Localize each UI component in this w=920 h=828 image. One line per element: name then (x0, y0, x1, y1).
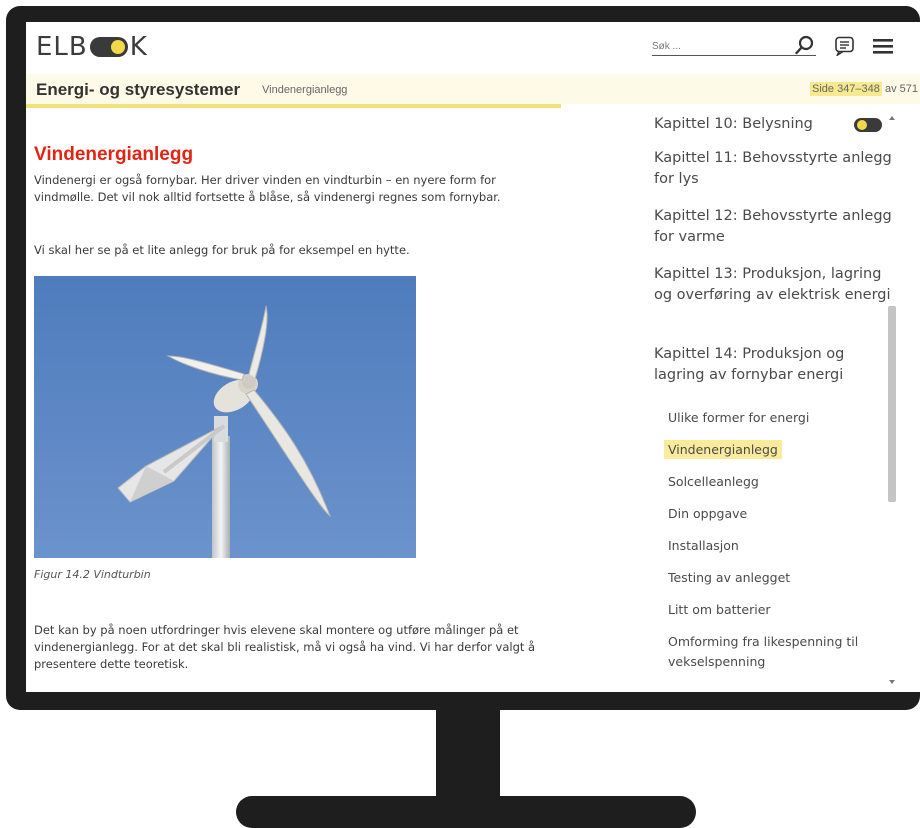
paragraph: Vindenergi er også fornybar. Her driver … (34, 173, 501, 204)
breadcrumb: Vindenergianlegg (262, 84, 348, 96)
toc-chapter-10[interactable]: Kapittel 10: Belysning (654, 114, 894, 135)
toc-subsection-active[interactable]: Vindenergianlegg (664, 440, 892, 460)
logo-text-right: K (129, 32, 148, 62)
toc-subsection-label: Ulike former for energi (668, 410, 810, 425)
toc-chapter-14[interactable]: Kapittel 14: Produksjon og lagring av fo… (654, 344, 894, 386)
page-range-total: av 571 (881, 83, 918, 95)
toc-subsection[interactable]: Installasjon (668, 536, 892, 556)
page-indicator: Side 347–348 av 571 (810, 82, 918, 96)
toc-subsection-label: Din oppgave (668, 506, 748, 521)
chat-icon[interactable] (834, 36, 856, 56)
table-of-contents: Kapittel 10: Belysning Kapittel 11: Beho… (654, 114, 902, 692)
toc-subsection-label: Litt om batterier (668, 602, 771, 617)
monitor-stand-neck (436, 706, 500, 802)
page-range-current: Side 347–348 (810, 82, 882, 96)
toc-subsection[interactable]: Omforming fra likespenning til vekselspe… (668, 632, 892, 672)
toc-scrollbar[interactable] (888, 110, 898, 692)
menu-icon[interactable] (872, 36, 894, 56)
toc-subsection-label: Testing av anlegget (668, 570, 791, 585)
scroll-down-icon[interactable] (889, 680, 895, 684)
toc-subsection-label: Omforming fra likespenning til vekselspe… (668, 634, 859, 669)
toc-subsection[interactable]: Solcelleanlegg (668, 472, 892, 492)
logo[interactable]: ELB K (36, 32, 148, 62)
header: ELB K (26, 22, 920, 72)
book-subheader: Energi- og styresystemer Vindenergianleg… (26, 74, 920, 104)
article-title: Vindenergianlegg (34, 144, 194, 165)
scroll-up-icon[interactable] (889, 116, 895, 120)
toc-chapter-13[interactable]: Kapittel 13: Produksjon, lagring og over… (654, 264, 894, 306)
toc-subsection-label: Vindenergianlegg (664, 440, 782, 459)
toc-subsection[interactable]: Litt om batterier (668, 600, 892, 620)
figure-caption: Figur 14.2 Vindturbin (34, 568, 151, 581)
toc-subsection[interactable]: Testing av anlegget (668, 568, 892, 588)
toc-chapter-12[interactable]: Kapittel 12: Behovsstyrte anlegg for var… (654, 206, 894, 248)
logo-text-left: ELB (36, 32, 88, 62)
search-input[interactable] (652, 36, 782, 57)
search-icon[interactable] (794, 34, 816, 56)
book-title[interactable]: Energi- og styresystemer (36, 80, 240, 100)
paragraph: Det kan by på noen utfordringer hvis ele… (34, 623, 536, 671)
toc-subsection-label: Solcelleanlegg (668, 474, 759, 489)
paragraph: Vi skal her se på et lite anlegg for bru… (34, 243, 410, 257)
toc-subsection[interactable]: Ulike former for energi (668, 408, 892, 428)
wind-turbine-image[interactable] (34, 276, 416, 558)
screen: ELB K Energi- og styresystemer Vindener (26, 22, 920, 692)
toc-chapter-11[interactable]: Kapittel 11: Behovsstyrte anlegg for lys (654, 148, 894, 190)
toc-subsection[interactable]: Din oppgave (668, 504, 892, 524)
toc-subsection-label: Installasjon (668, 538, 739, 553)
logo-toggle-icon (89, 37, 128, 57)
article-content: Vindenergianlegg Vindenergi er også forn… (34, 108, 574, 692)
search-box (652, 34, 816, 57)
scrollbar-thumb[interactable] (888, 306, 896, 502)
monitor-stand-base (236, 796, 696, 828)
